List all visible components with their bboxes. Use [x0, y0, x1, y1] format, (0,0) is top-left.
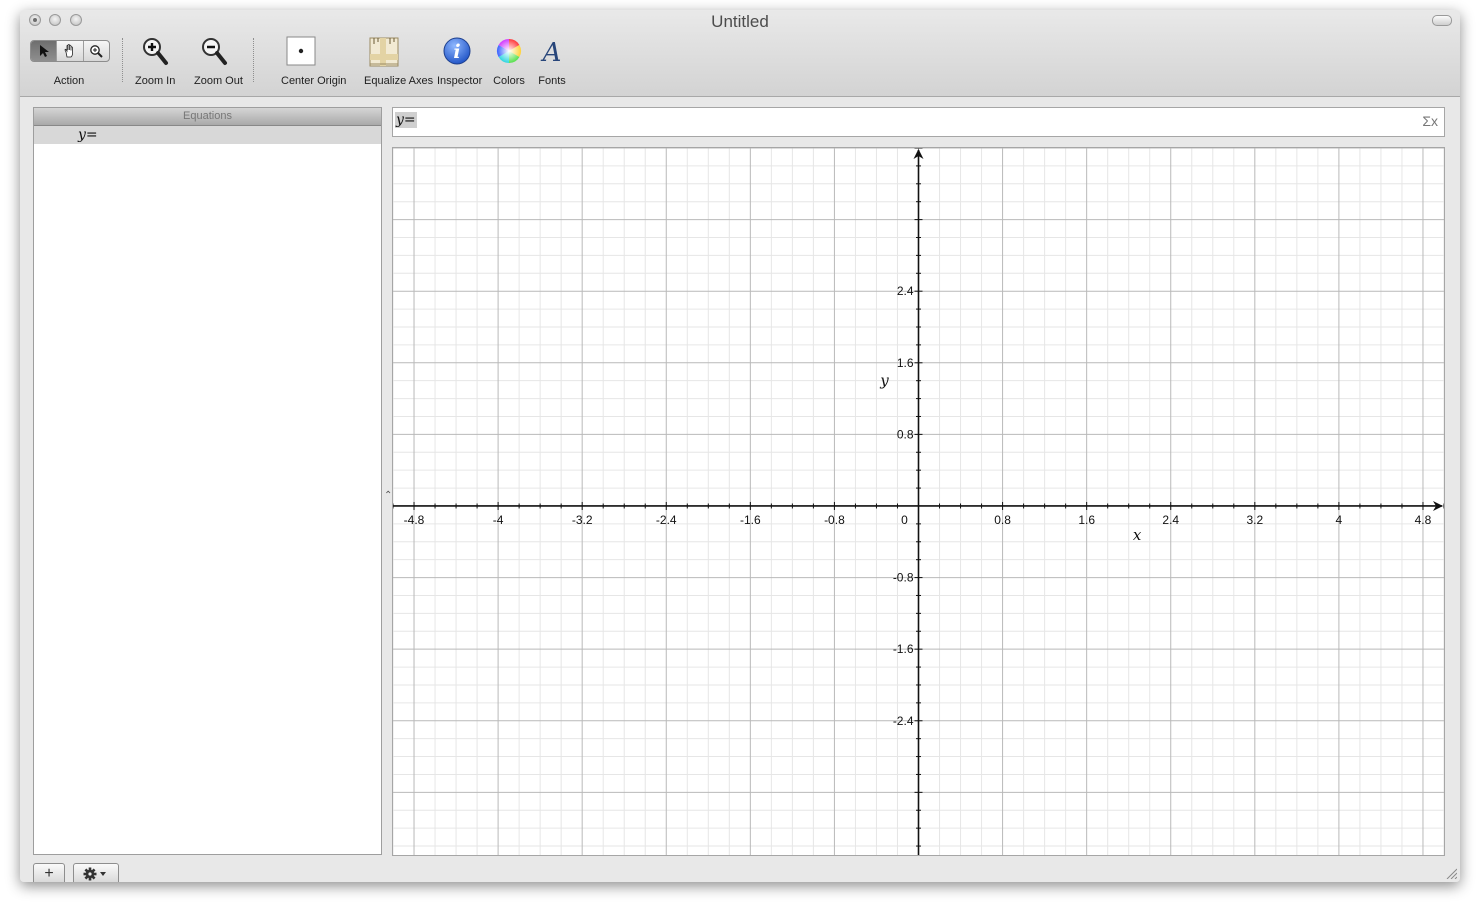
magnify-tool[interactable]: [84, 41, 109, 61]
pointer-tool[interactable]: [31, 41, 58, 61]
color-wheel-icon: [496, 38, 522, 63]
zoom-out-icon: [202, 38, 227, 65]
x-tick-label: 1.6: [1078, 513, 1095, 527]
equation-row[interactable]: y=: [34, 126, 381, 144]
titlebar: Untitled Action Zoom In Zoom Out Center …: [20, 10, 1460, 97]
zoom-in-label: Zoom In: [135, 75, 176, 87]
toolbar-separator: [253, 38, 254, 82]
x-tick-label: 0: [901, 513, 908, 527]
x-tick-label: 4.8: [1415, 513, 1432, 527]
x-axis-label: x: [1133, 526, 1142, 544]
y-tick-label: -1.6: [893, 642, 914, 656]
chevron-down-icon: [100, 872, 106, 876]
equation-input-value: y=: [395, 112, 417, 128]
svg-text:A: A: [541, 38, 562, 68]
center-origin-icon: [286, 36, 316, 66]
x-tick-label: -2.4: [656, 513, 677, 527]
graph-canvas[interactable]: -4.8 -4 -3.2 -2.4 -1.6 -0.8 0 0.8 1.6 2.4 3.2 4 4.8 2…: [393, 148, 1444, 855]
main-content: Equations y= ⌃ y= Σx -4.8 -4 -3.2 -2.4 -1.6-…: [20, 97, 1460, 882]
font-icon: A: [541, 38, 562, 68]
x-tick-label: 2.4: [1162, 513, 1179, 527]
x-tick-label: 0.8: [994, 513, 1011, 527]
action-segmented-control[interactable]: [30, 40, 110, 62]
equations-panel: Equations y=: [33, 107, 382, 855]
fonts-label: Fonts: [538, 75, 566, 87]
center-origin-label: Center Origin: [281, 75, 347, 87]
y-tick-label: -0.8: [893, 571, 914, 585]
x-tick-label: -4.8: [404, 513, 425, 527]
ruler-icon: [369, 37, 399, 67]
equations-header: Equations: [34, 108, 381, 126]
svg-text:i: i: [453, 41, 460, 63]
colors-label: Colors: [493, 75, 525, 87]
x-tick-label: -4: [493, 513, 504, 527]
x-tick-label: -0.8: [824, 513, 845, 527]
zoom-out-label: Zoom Out: [194, 75, 243, 87]
arrow-pointer-icon: [39, 45, 49, 57]
zoom-in-icon: [143, 38, 168, 65]
equation-input[interactable]: y= Σx: [392, 107, 1445, 137]
x-tick-label: 3.2: [1246, 513, 1263, 527]
x-tick-label: 4: [1336, 513, 1343, 527]
x-tick-label: -1.6: [740, 513, 761, 527]
x-tick-label: -3.2: [572, 513, 593, 527]
y-tick-label: -2.4: [893, 714, 914, 728]
y-axis-label: y: [879, 372, 889, 390]
graph-view[interactable]: -4.8 -4 -3.2 -2.4 -1.6 -0.8 0 0.8 1.6 2.4 3.2 4 4.8 2…: [392, 147, 1445, 856]
magnifier-icon: [90, 45, 104, 58]
window-title: Untitled: [711, 12, 769, 31]
inspector-label: Inspector: [437, 75, 483, 87]
toolbar-separator: [122, 38, 123, 82]
add-equation-button[interactable]: +: [33, 863, 65, 882]
y-tick-label: 1.6: [897, 356, 914, 370]
y-tick-label: 0.8: [897, 427, 914, 441]
sigma-icon[interactable]: Σx: [1422, 113, 1438, 129]
resize-grip-icon[interactable]: [1445, 867, 1457, 879]
hand-icon: [64, 44, 73, 58]
hand-tool[interactable]: [57, 41, 84, 61]
action-label: Action: [53, 75, 85, 87]
gear-icon: [83, 867, 106, 881]
app-window: Untitled Action Zoom In Zoom Out Center …: [20, 10, 1460, 882]
y-tick-label: 2.4: [897, 284, 914, 298]
equalize-axes-label: Equalize Axes: [364, 75, 434, 87]
toolbar-toggle-button[interactable]: [1432, 15, 1452, 26]
gear-menu-button[interactable]: [73, 863, 119, 882]
info-icon: i: [443, 37, 471, 65]
